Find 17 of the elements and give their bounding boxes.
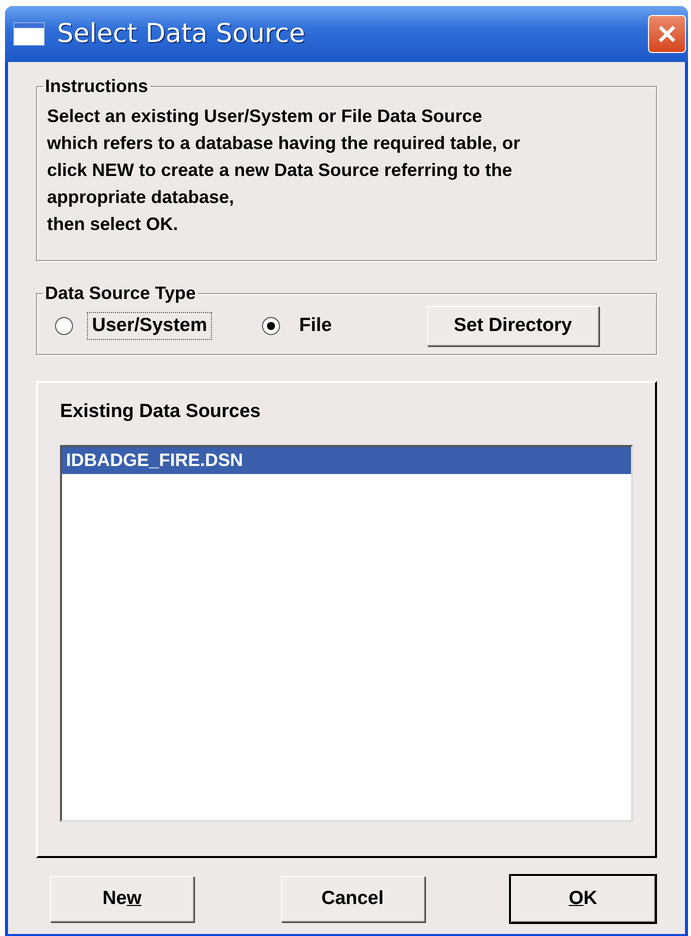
close-button[interactable] xyxy=(648,15,686,53)
dialog-button[interactable]: OK xyxy=(511,876,655,922)
data-source-list[interactable]: IDBADGE_FIRE.DSN xyxy=(60,445,633,822)
radio-button[interactable] xyxy=(55,317,73,335)
list-item[interactable]: IDBADGE_FIRE.DSN xyxy=(62,447,631,474)
radio-button[interactable] xyxy=(262,317,280,335)
close-icon xyxy=(657,24,677,44)
dialog-button[interactable]: New xyxy=(50,876,194,922)
window-icon xyxy=(13,22,45,46)
group-label: Data Source Type xyxy=(44,283,197,304)
panel-heading: Existing Data Sources xyxy=(60,401,262,423)
set-directory-button[interactable]: Set Directory xyxy=(426,306,599,346)
radio-option[interactable]: File xyxy=(262,312,337,340)
dialog-button[interactable]: Cancel xyxy=(280,876,424,922)
window-title: Select Data Source xyxy=(57,19,306,49)
group-label: Instructions xyxy=(44,76,150,97)
instructions-text: Select an existing User/System or File Data Source which refers to a database having the required table, or click NEW to create a new Data Source referring to the appropriate database, then select OK. xyxy=(47,105,522,236)
